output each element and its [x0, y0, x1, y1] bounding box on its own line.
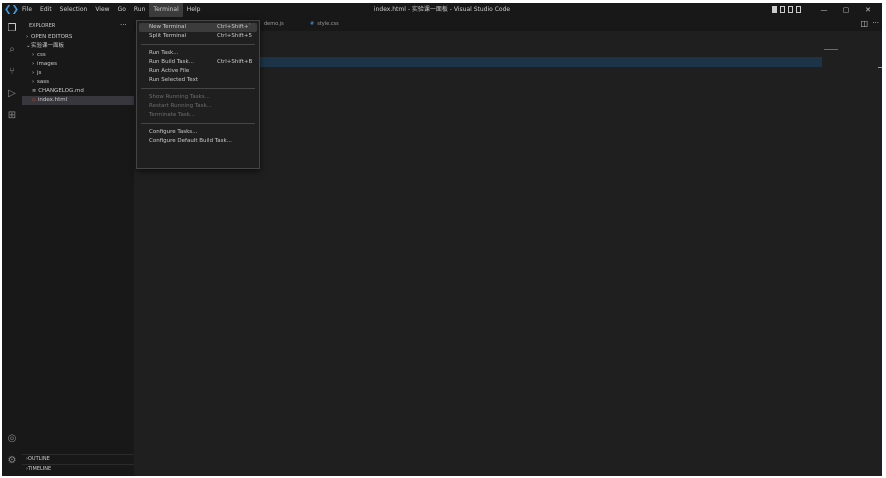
menu-item-terminate-task: Terminate Task... [139, 111, 257, 120]
toggle-panel-icon[interactable] [780, 6, 785, 13]
tab-label: style.css [317, 21, 339, 27]
menu-item-label: Restart Running Task... [149, 103, 212, 109]
window-title: index.html - 实验课一面板 - Visual Studio Code [373, 6, 511, 13]
menu-view[interactable]: View [91, 3, 113, 17]
menu-separator [141, 44, 255, 45]
outline-label: OUTLINE [28, 456, 50, 462]
menu-item-label: Run Build Task... [149, 59, 194, 65]
menu-separator [141, 123, 255, 124]
tree-item-label: js [37, 70, 42, 76]
minimize-button[interactable]: — [814, 3, 834, 17]
tree-item-js[interactable]: › js [22, 69, 144, 78]
menu-item-run-active-file[interactable]: Run Active File [139, 67, 257, 76]
search-icon[interactable]: ⌕ [5, 43, 19, 57]
menu-item-shortcut: Ctrl+Shift+5 [217, 33, 253, 39]
menu-item-shortcut: Ctrl+Shift+B [217, 59, 253, 65]
menu-item-label: Split Terminal [149, 33, 187, 39]
menu-item-show-running-tasks: Show Running Tasks... [139, 93, 257, 102]
source-control-icon[interactable]: ⑂ [5, 65, 19, 79]
tree-item-label: index.html [37, 97, 68, 103]
tree-item-sass[interactable]: › sass [22, 78, 144, 87]
close-window-button[interactable]: ✕ [858, 3, 878, 17]
menu-item-configure-default-build-task[interactable]: Configure Default Build Task... [139, 137, 257, 146]
menu-item-label: Show Running Tasks... [149, 94, 210, 100]
tree-item-label: CHANGELOG.md [38, 88, 84, 94]
toggle-primary-sidebar-icon[interactable] [772, 6, 777, 13]
current-line-highlight [254, 57, 822, 67]
menu-item-new-terminal[interactable]: New Terminal Ctrl+Shift+` [139, 23, 257, 32]
tab-demo-js[interactable]: demo.js [260, 17, 284, 31]
menu-item-label: Run Active File [149, 68, 190, 74]
tree-item-css[interactable]: › css [22, 51, 144, 60]
split-editor-icon[interactable]: ◫ [860, 19, 868, 28]
editor-more-actions-icon[interactable]: ··· [872, 19, 879, 27]
menu-item-run-selected-text[interactable]: Run Selected Text [139, 76, 257, 85]
menu-edit[interactable]: Edit [36, 3, 56, 17]
explorer-title: EXPLORER [29, 23, 56, 29]
timeline-section[interactable]: ›TIMELINE [22, 464, 138, 474]
tree-item-label: sass [37, 79, 49, 85]
tree-item-changelog[interactable]: ≡ CHANGELOG.md [22, 87, 144, 96]
menu-item-label: Configure Default Build Task... [149, 138, 232, 144]
minimap-line [824, 49, 838, 50]
maximize-button[interactable]: ▢ [836, 3, 856, 17]
menu-help[interactable]: Help [183, 3, 205, 17]
markdown-file-icon: ≡ [32, 88, 37, 94]
explorer-sidebar: EXPLORER ··· › OPEN EDITORS ⌄实验课一面板 › css … [22, 17, 144, 476]
run-debug-icon[interactable]: ▷ [5, 87, 19, 101]
settings-gear-icon[interactable]: ⚙ [5, 454, 19, 468]
menu-item-configure-tasks[interactable]: Configure Tasks... [139, 128, 257, 137]
menu-item-shortcut: Ctrl+Shift+` [217, 24, 252, 30]
menu-item-run-task[interactable]: Run Task... [139, 49, 257, 58]
tab-style-css[interactable]: # style.css [306, 17, 339, 31]
timeline-label: TIMELINE [28, 466, 52, 472]
menu-item-label: Configure Tasks... [149, 129, 198, 135]
vscode-logo-icon: ❮❯ [4, 5, 20, 15]
menu-item-label: Run Task... [149, 50, 179, 56]
account-icon[interactable]: ◎ [5, 432, 19, 446]
tree-item-label: css [37, 52, 46, 58]
html-file-icon: ◇ [32, 97, 36, 103]
tree-item-index-html[interactable]: ◇ index.html [22, 96, 144, 105]
tab-label: demo.js [264, 21, 284, 27]
menu-item-split-terminal[interactable]: Split Terminal Ctrl+Shift+5 [139, 32, 257, 41]
menu-selection[interactable]: Selection [56, 3, 92, 17]
tree-item-label: images [37, 61, 57, 67]
css-file-icon: # [310, 21, 315, 27]
tree-item-images[interactable]: › images [22, 60, 144, 69]
scrollbar-marker [878, 67, 882, 68]
menu-terminal[interactable]: Terminal [149, 3, 183, 17]
layout-controls [772, 6, 801, 14]
customize-layout-icon[interactable] [796, 6, 801, 13]
menu-item-restart-running-task: Restart Running Task... [139, 102, 257, 111]
menu-item-label: Terminate Task... [149, 112, 196, 118]
menu-file[interactable]: File [18, 3, 36, 17]
menu-bar: File Edit Selection View Go Run Terminal… [18, 3, 204, 17]
menu-run[interactable]: Run [130, 3, 150, 17]
menu-item-label: Run Selected Text [149, 77, 199, 83]
menu-separator [141, 88, 255, 89]
menu-go[interactable]: Go [114, 3, 130, 17]
extensions-icon[interactable]: ⊞ [5, 109, 19, 123]
menu-item-label: New Terminal [149, 24, 186, 30]
open-editors-section[interactable]: › OPEN EDITORS [22, 33, 138, 42]
workspace-folder-label: 实验课一面板 [31, 43, 65, 49]
workspace-folder[interactable]: ⌄实验课一面板 [22, 42, 138, 51]
terminal-menu-dropdown: New Terminal Ctrl+Shift+` Split Terminal… [136, 20, 260, 169]
open-editors-label: OPEN EDITORS [31, 34, 73, 40]
menu-item-run-build-task[interactable]: Run Build Task... Ctrl+Shift+B [139, 58, 257, 67]
outline-section[interactable]: ›OUTLINE [22, 454, 138, 464]
vscode-window: ❮❯ File Edit Selection View Go Run Termi… [2, 3, 882, 476]
title-bar: ❮❯ File Edit Selection View Go Run Termi… [2, 3, 882, 17]
explorer-icon[interactable]: ❐ [5, 22, 19, 36]
toggle-secondary-sidebar-icon[interactable] [788, 6, 793, 13]
activity-bar: ❐ ⌕ ⑂ ▷ ⊞ ◎ ⚙ [2, 17, 22, 476]
more-actions-icon[interactable]: ··· [120, 21, 127, 29]
